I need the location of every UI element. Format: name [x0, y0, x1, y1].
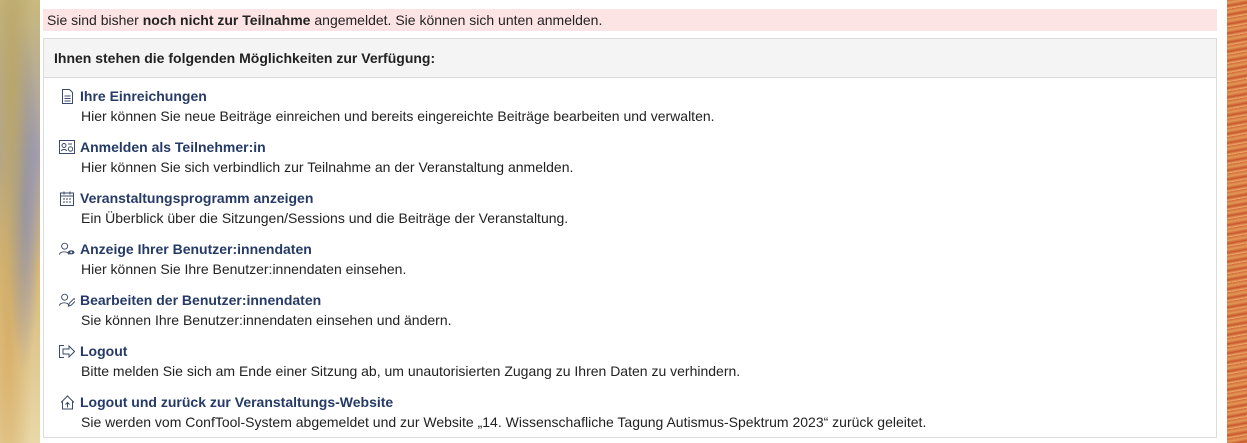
item-description: Hier können Sie sich verbindlich zur Tei… — [81, 159, 574, 175]
view-user-link[interactable]: Anzeige Ihrer Benutzer:innendaten — [59, 239, 1216, 259]
item-title: Veranstaltungsprogramm anzeigen — [80, 190, 314, 206]
logout-link[interactable]: Logout — [59, 341, 1216, 361]
logout-icon — [59, 343, 75, 359]
item-description: Bitte melden Sie sich am Ende einer Sitz… — [81, 363, 741, 379]
list-item-logout: Logout Bitte melden Sie sich am Ende ein… — [59, 341, 1216, 392]
list-item-register: Anmelden als Teilnehmer:in Hier können S… — [59, 137, 1216, 188]
options-panel: Ihnen stehen die folgenden Möglichkeiten… — [43, 38, 1217, 438]
panel-title: Ihnen stehen die folgenden Möglichkeiten… — [44, 39, 1216, 78]
item-title: Anmelden als Teilnehmer:in — [80, 139, 266, 155]
list-item-view-user: Anzeige Ihrer Benutzer:innendaten Hier k… — [59, 239, 1216, 290]
submissions-link[interactable]: Ihre Einreichungen — [59, 86, 1216, 106]
notice-prefix: Sie sind bisher — [47, 12, 143, 28]
item-description: Ein Überblick über die Sitzungen/Session… — [81, 210, 569, 226]
home-logout-icon — [59, 394, 75, 410]
list-item-submissions: Ihre Einreichungen Hier können Sie neue … — [59, 86, 1216, 137]
edit-user-link[interactable]: Bearbeiten der Benutzer:innendaten — [59, 290, 1216, 310]
list-item-program: Veranstaltungsprogramm anzeigen Ein Über… — [59, 188, 1216, 239]
list-item-edit-user: Bearbeiten der Benutzer:innendaten Sie k… — [59, 290, 1216, 341]
list-item-logout-website: Logout und zurück zur Veranstaltungs-Web… — [59, 392, 1216, 443]
item-title: Ihre Einreichungen — [80, 88, 207, 104]
program-link[interactable]: Veranstaltungsprogramm anzeigen — [59, 188, 1216, 208]
item-description: Sie werden vom ConfTool-System abgemelde… — [81, 414, 927, 430]
user-edit-icon — [59, 292, 75, 308]
background-art-right — [1227, 0, 1247, 443]
background-art-left — [0, 0, 40, 443]
document-icon — [59, 88, 75, 104]
calendar-icon — [59, 190, 75, 206]
item-description: Hier können Sie Ihre Benutzer:innendaten… — [81, 261, 407, 277]
registration-notice: Sie sind bisher noch nicht zur Teilnahme… — [43, 9, 1217, 31]
item-title: Logout — [80, 343, 128, 359]
main-content: Sie sind bisher noch nicht zur Teilnahme… — [40, 0, 1227, 443]
notice-bold: noch nicht zur Teilnahme — [142, 12, 311, 28]
item-description: Hier können Sie neue Beiträge einreichen… — [81, 108, 715, 124]
item-description: Sie können Ihre Benutzer:innendaten eins… — [81, 312, 452, 328]
logout-website-link[interactable]: Logout und zurück zur Veranstaltungs-Web… — [59, 392, 1216, 412]
options-list: Ihre Einreichungen Hier können Sie neue … — [44, 78, 1216, 443]
item-title: Anzeige Ihrer Benutzer:innendaten — [80, 241, 312, 257]
item-title: Bearbeiten der Benutzer:innendaten — [80, 292, 322, 308]
register-link[interactable]: Anmelden als Teilnehmer:in — [59, 137, 1216, 157]
notice-suffix: angemeldet. Sie können sich unten anmeld… — [310, 12, 603, 28]
item-title: Logout und zurück zur Veranstaltungs-Web… — [80, 394, 394, 410]
user-view-icon — [59, 241, 75, 257]
id-card-icon — [59, 139, 75, 155]
